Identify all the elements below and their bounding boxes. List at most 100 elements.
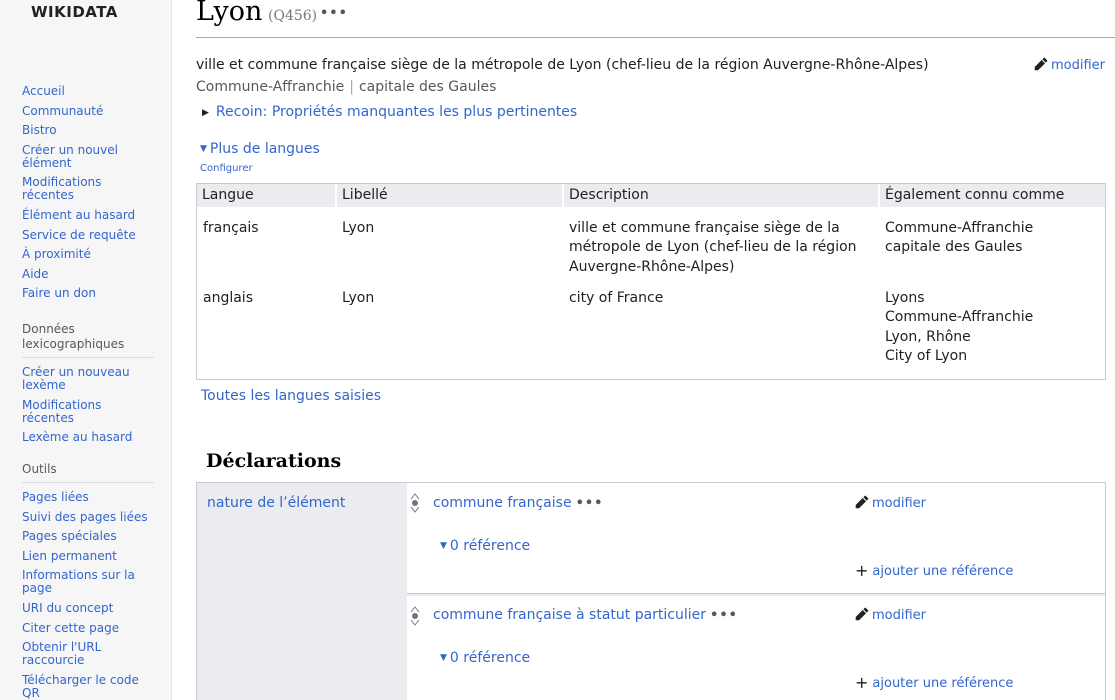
edit-label: modifier (872, 496, 927, 511)
references-label: 0 référence (449, 650, 531, 666)
plus-icon: + (855, 561, 869, 580)
alias-line: City of Lyon (885, 347, 968, 364)
edit-statement-button[interactable]: modifier (855, 607, 926, 623)
pencil-icon (855, 495, 869, 509)
nav-item-random-item[interactable]: Élément au hasard (22, 208, 154, 222)
title-row: Lyon (Q456) ••• (196, 0, 1115, 38)
nav-item-concept-uri[interactable]: URI du concept (22, 601, 154, 615)
nav-item-cite-page[interactable]: Citer cette page (22, 621, 154, 635)
nav-heading-tools: Outils (22, 462, 154, 483)
edit-statement-button[interactable]: modifier (855, 495, 926, 511)
pencil-icon (855, 607, 869, 621)
row-language: français (203, 220, 259, 236)
chevron-right-icon: ▶ (202, 108, 209, 118)
chevron-down-icon: ▼ (440, 541, 447, 551)
description-line: Auvergne-Rhône-Alpes) (569, 258, 735, 275)
statement: commune française à statut particulier ••… (407, 596, 1105, 700)
entity-id: (Q456) (268, 8, 318, 24)
recoin-toggle[interactable]: ▶ Recoin: Propriétés manquantes les plus … (202, 104, 577, 120)
page-title: Lyon (196, 0, 263, 27)
alias-separator: | (349, 79, 354, 95)
row-description: city of France (569, 289, 663, 308)
main-content: Lyon (Q456) ••• ville et commune françai… (196, 0, 1115, 700)
description-line: city of France (569, 290, 664, 306)
nav-item-accueil[interactable]: Accueil (22, 85, 154, 98)
statement-value: commune française à statut particulier ••… (433, 607, 738, 623)
sidebar: WIKIDATA Accueil Communauté Bistro Créer… (0, 0, 172, 700)
nav-item-related-changes[interactable]: Suivi des pages liées (22, 510, 154, 524)
plus-icon: + (855, 673, 869, 692)
nav-item-recent-changes[interactable]: Modifications récentes (22, 176, 154, 202)
nav-tools: Outils Pages liées Suivi des pages liées… (22, 462, 154, 700)
more-options-icon[interactable]: ••• (710, 608, 738, 623)
references-toggle[interactable]: ▼ 0 référence (440, 650, 530, 666)
nav-item-what-links-here[interactable]: Pages liées (22, 491, 154, 504)
configure-link[interactable]: Configurer (200, 163, 253, 174)
edit-label: modifier (1051, 58, 1106, 73)
alias-line: Lyon, Rhône (885, 328, 971, 345)
nav-item-short-url[interactable]: Obtenir l'URL raccourcie (22, 641, 154, 667)
alias-line: capitale des Gaules (885, 239, 1023, 256)
nav-item-bistro[interactable]: Bistro (22, 124, 154, 137)
nav-item-query-service[interactable]: Service de requête (22, 228, 154, 242)
row-label: Lyon (342, 290, 375, 306)
alias-line: Lyons (885, 290, 925, 306)
nav-item-special-pages[interactable]: Pages spéciales (22, 530, 154, 543)
statement-value-link[interactable]: commune française à statut particulier (433, 607, 706, 623)
statement: commune française ••• modifier ▼ 0 référen… (407, 483, 1105, 594)
edit-termbox-button[interactable]: modifier (1034, 57, 1105, 73)
all-languages-link[interactable]: Toutes les langues saisies (201, 388, 381, 404)
description-line: ville et commune française siège de la (569, 220, 840, 236)
more-languages-label: Plus de langues (209, 141, 320, 157)
row-label: Lyon (342, 220, 375, 236)
add-reference-button[interactable]: + ajouter une référence (855, 560, 1014, 580)
row-aliases: Lyons Commune-Affranchie Lyon, Rhône Cit… (885, 289, 1033, 366)
column-header-label: Libellé (337, 184, 562, 207)
chevron-down-icon: ▼ (440, 653, 447, 663)
statements-heading: Déclarations (206, 450, 342, 472)
nav-item-permanent-link[interactable]: Lien permanent (22, 549, 154, 563)
recoin-label: Recoin: Propriétés manquantes les plus p… (215, 104, 578, 120)
edit-label: modifier (872, 608, 927, 623)
statement-value-link[interactable]: commune française (433, 495, 572, 511)
nav-lexeme: Données lexicographiques Créer un nouvea… (22, 322, 154, 451)
alias-item: capitale des Gaules (358, 79, 497, 95)
add-reference-label: ajouter une référence (872, 676, 1014, 691)
rank-selector-icon[interactable] (409, 493, 421, 513)
column-header-aliases: Également connu comme (880, 184, 1105, 207)
language-table: Langue Libellé Description Également con… (196, 183, 1106, 380)
description-line: métropole de Lyon (chef-lieu de la régio… (569, 239, 857, 256)
references-label: 0 référence (449, 538, 531, 554)
nav-item-qr-code[interactable]: Télécharger le code QR (22, 673, 154, 700)
nav-item-help[interactable]: Aide (22, 267, 154, 281)
nav-item-create-lexeme[interactable]: Créer un nouveau lexème (22, 366, 154, 392)
more-languages-toggle[interactable]: ▼ Plus de langues (200, 141, 320, 157)
entity-description: ville et commune française siège de la m… (196, 57, 929, 73)
alias-line: Commune-Affranchie (885, 309, 1034, 326)
row-description: ville et commune française siège de la m… (569, 219, 857, 277)
nav-item-random-lexeme[interactable]: Lexème au hasard (22, 431, 154, 444)
nav-main: Accueil Communauté Bistro Créer un nouve… (22, 85, 154, 307)
more-options-icon[interactable]: ••• (576, 496, 604, 511)
nav-item-page-info[interactable]: Informations sur la page (22, 569, 154, 595)
statement-value: commune française ••• (433, 495, 604, 511)
column-header-description: Description (564, 184, 878, 207)
wikidata-logo[interactable]: WIKIDATA (31, 3, 118, 21)
nav-item-donate[interactable]: Faire un don (22, 287, 154, 300)
property-label[interactable]: nature de l’élément (207, 495, 345, 511)
entity-aliases: Commune-Affranchie | capitale des Gaules (196, 79, 496, 95)
nav-item-communaute[interactable]: Communauté (22, 104, 154, 118)
column-header-language: Langue (197, 184, 335, 207)
nav-item-lexeme-recent-changes[interactable]: Modifications récentes (22, 398, 154, 425)
alias-item: Commune-Affranchie (196, 79, 345, 95)
row-language: anglais (203, 290, 253, 306)
nav-item-nearby[interactable]: À proximité (22, 248, 154, 261)
add-reference-button[interactable]: + ajouter une référence (855, 672, 1014, 692)
statement-group: nature de l’élément commune française •••… (196, 482, 1106, 700)
references-toggle[interactable]: ▼ 0 référence (440, 538, 530, 554)
rank-selector-icon[interactable] (409, 606, 421, 626)
more-options-icon[interactable]: ••• (320, 6, 348, 21)
add-reference-label: ajouter une référence (872, 564, 1014, 579)
nav-item-create-item[interactable]: Créer un nouvel élément (22, 143, 154, 170)
alias-line: Commune-Affranchie (885, 220, 1034, 236)
